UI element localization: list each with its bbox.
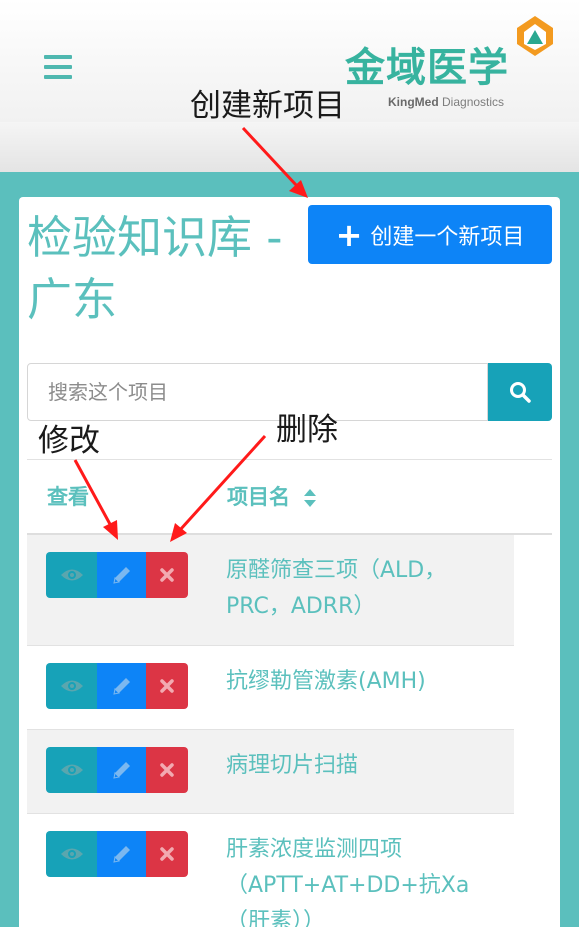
- item-name-link[interactable]: 病理切片扫描: [226, 748, 476, 784]
- delete-button[interactable]: [146, 747, 188, 793]
- close-icon: [160, 568, 174, 582]
- table-row: 病理切片扫描: [27, 730, 514, 814]
- pencil-icon: [112, 567, 130, 584]
- delete-button[interactable]: [146, 663, 188, 709]
- edit-button[interactable]: [97, 747, 146, 793]
- main-card: 检验知识库 - 广东 + 创建一个新项目 查看 项目名: [19, 197, 560, 927]
- table-row: 原醛筛查三项（ALD，PRC，ADRR）: [27, 535, 514, 646]
- annotation-create: 创建新项目: [190, 88, 345, 124]
- row-actions: [46, 663, 188, 709]
- edit-button[interactable]: [97, 831, 146, 877]
- item-name-link[interactable]: 肝素浓度监测四项（APTT+AT+DD+抗Xa（肝素））: [226, 832, 476, 927]
- row-actions: [46, 831, 188, 877]
- eye-icon: [60, 764, 83, 776]
- edit-button[interactable]: [97, 663, 146, 709]
- logo-icon: [517, 16, 553, 56]
- create-item-button[interactable]: + 创建一个新项目: [308, 205, 552, 264]
- logo-brand: KingMed: [388, 95, 439, 109]
- row-actions: [46, 747, 188, 793]
- eye-icon: [60, 848, 83, 860]
- search-input[interactable]: [27, 363, 488, 421]
- pencil-icon: [112, 678, 130, 695]
- view-button[interactable]: [46, 552, 97, 598]
- pencil-icon: [112, 762, 130, 779]
- table-divider: [27, 459, 552, 460]
- create-item-label: 创建一个新项目: [370, 224, 525, 250]
- view-button[interactable]: [46, 747, 97, 793]
- column-header-name[interactable]: 项目名: [227, 481, 317, 511]
- table-row: 抗缪勒管激素(AMH): [27, 646, 514, 730]
- annotation-edit: 修改: [38, 423, 100, 459]
- close-icon: [160, 763, 174, 777]
- search-icon: [510, 382, 531, 403]
- view-button[interactable]: [46, 831, 97, 877]
- hamburger-icon[interactable]: [44, 55, 72, 81]
- close-icon: [160, 847, 174, 861]
- table-row: 肝素浓度监测四项（APTT+AT+DD+抗Xa（肝素））: [27, 814, 514, 927]
- search-button[interactable]: [488, 363, 552, 421]
- item-name-link[interactable]: 原醛筛查三项（ALD，PRC，ADRR）: [226, 553, 476, 625]
- logo-text: 金域医学: [345, 45, 509, 91]
- eye-icon: [60, 569, 83, 581]
- annotation-delete: 删除: [276, 412, 338, 448]
- sort-icon: [304, 489, 317, 507]
- edit-button[interactable]: [97, 552, 146, 598]
- page-title: 检验知识库 - 广东: [27, 211, 283, 326]
- eye-icon: [60, 680, 83, 692]
- item-name-link[interactable]: 抗缪勒管激素(AMH): [226, 664, 476, 700]
- row-actions: [46, 552, 188, 598]
- column-header-view: 查看: [47, 485, 89, 509]
- plus-icon: +: [335, 215, 363, 254]
- logo-subtitle: KingMed Diagnostics: [388, 95, 504, 109]
- logo-brand-rest: Diagnostics: [442, 95, 505, 109]
- delete-button[interactable]: [146, 831, 188, 877]
- delete-button[interactable]: [146, 552, 188, 598]
- close-icon: [160, 679, 174, 693]
- pencil-icon: [112, 846, 130, 863]
- column-header-name-label: 项目名: [227, 485, 290, 509]
- header-subbar: [0, 122, 579, 172]
- view-button[interactable]: [46, 663, 97, 709]
